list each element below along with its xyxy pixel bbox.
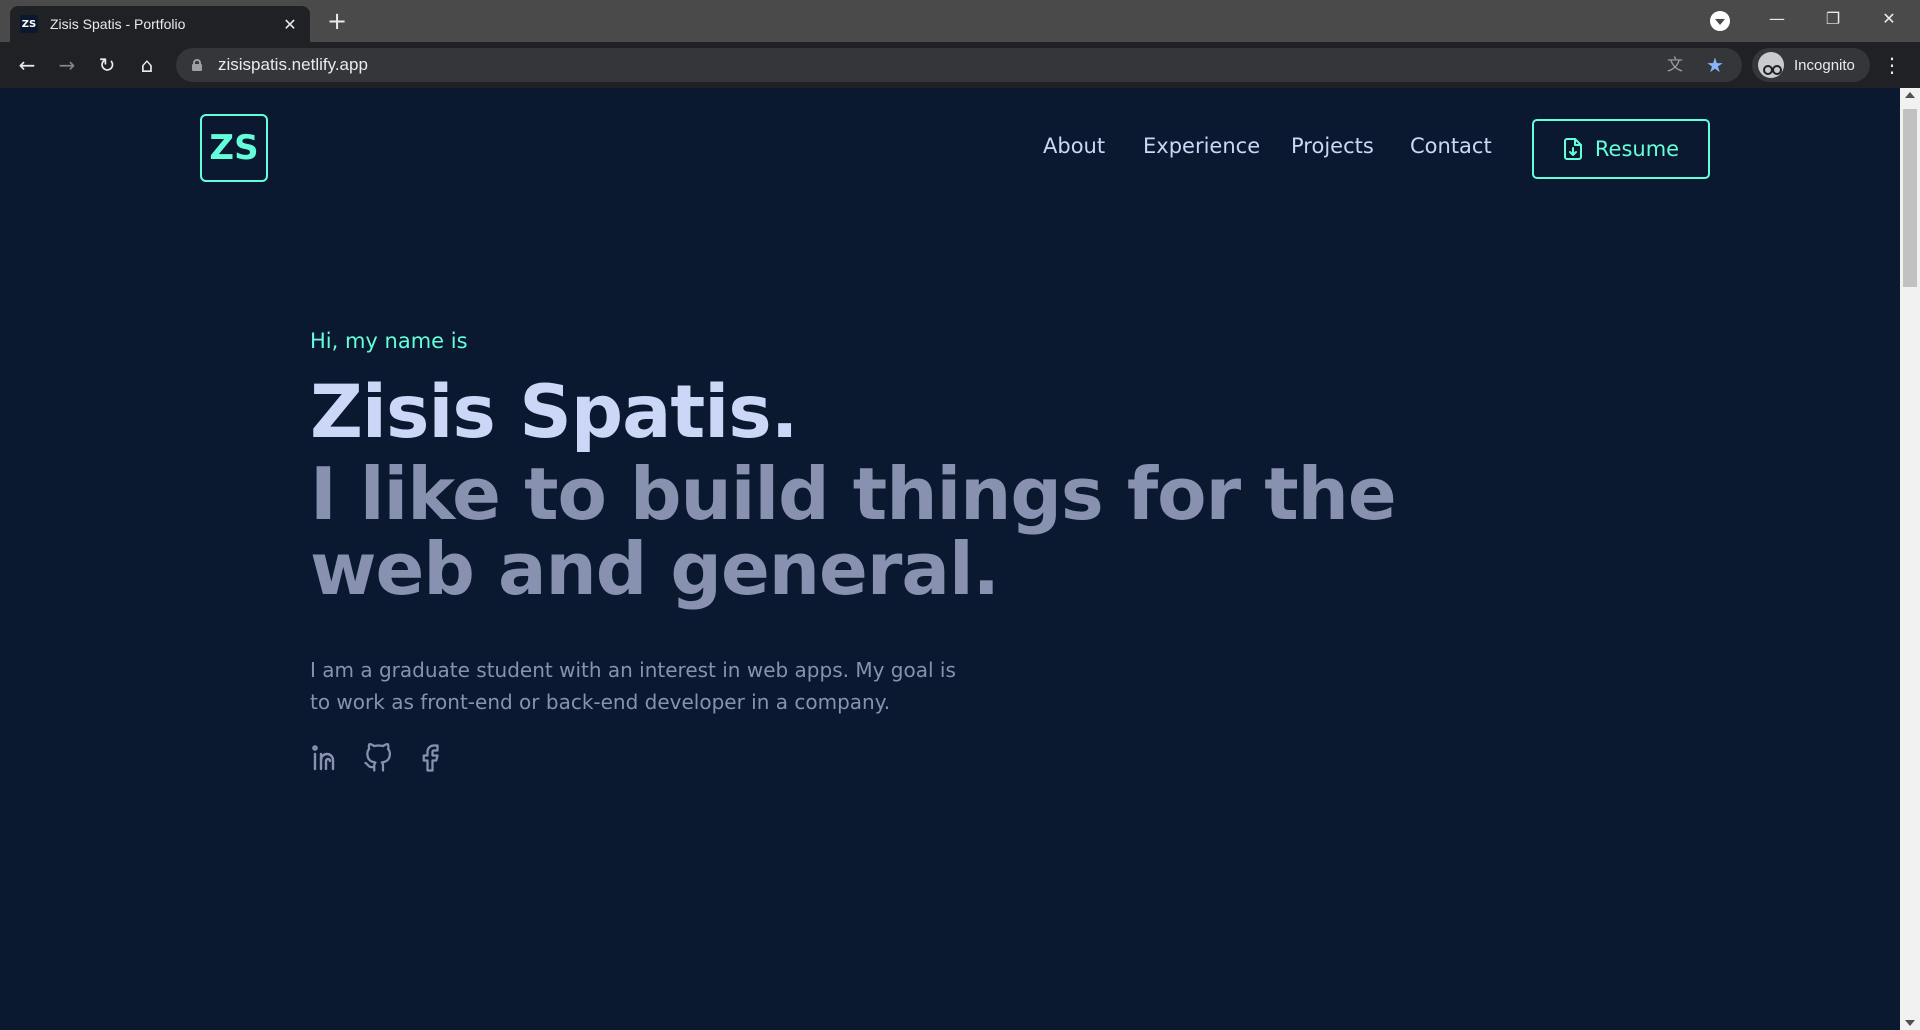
- facebook-icon[interactable]: [414, 742, 446, 774]
- file-download-icon: [1563, 138, 1582, 160]
- social-links: [310, 742, 446, 774]
- resume-label: Resume: [1594, 137, 1680, 161]
- github-icon[interactable]: [362, 742, 394, 774]
- browser-tab[interactable]: ZS Zisis Spatis - Portfolio ✕: [10, 6, 310, 42]
- nav-experience[interactable]: Experience: [1143, 134, 1260, 158]
- bookmark-star-icon[interactable]: ★: [1702, 52, 1728, 78]
- address-bar[interactable]: zisispatis.netlify.app 文 ★: [176, 48, 1742, 82]
- lock-icon[interactable]: [192, 59, 202, 71]
- new-tab-icon[interactable]: +: [322, 8, 352, 34]
- scrollbar-thumb[interactable]: [1903, 109, 1917, 287]
- browser-tab-bar: ZS Zisis Spatis - Portfolio ✕ + — ❐ ✕: [0, 0, 1920, 42]
- profile-label: Incognito: [1794, 56, 1855, 74]
- forward-icon[interactable]: →: [52, 50, 82, 80]
- incognito-profile-button[interactable]: Incognito: [1752, 48, 1870, 82]
- tab-favicon-icon: ZS: [20, 15, 38, 33]
- back-icon[interactable]: ←: [12, 50, 42, 80]
- browser-toolbar: ← → ↻ ⌂ zisispatis.netlify.app 文 ★ Incog…: [0, 42, 1920, 88]
- scroll-down-arrow-icon[interactable]: [1905, 1020, 1915, 1026]
- tab-title: Zisis Spatis - Portfolio: [50, 16, 186, 32]
- nav-contact[interactable]: Contact: [1410, 134, 1492, 158]
- page-viewport: ZS About Experience Projects Contact Res…: [0, 88, 1900, 1030]
- incognito-icon: [1758, 52, 1784, 78]
- nav-projects[interactable]: Projects: [1291, 134, 1374, 158]
- linkedin-icon[interactable]: [310, 742, 342, 774]
- translate-icon[interactable]: 文: [1662, 52, 1688, 78]
- resume-button[interactable]: Resume: [1532, 119, 1710, 179]
- hero-name: Zisis Spatis.: [310, 370, 798, 455]
- minimize-icon[interactable]: —: [1754, 4, 1800, 34]
- hero-bio: I am a graduate student with an interest…: [310, 658, 956, 714]
- scroll-up-arrow-icon[interactable]: [1905, 92, 1915, 98]
- home-icon[interactable]: ⌂: [132, 50, 162, 80]
- window-close-icon[interactable]: ✕: [1866, 4, 1912, 34]
- browser-menu-icon[interactable]: ⋮: [1882, 52, 1902, 78]
- hero-tagline: I like to build things for the web and g…: [310, 452, 1397, 611]
- greeting: Hi, my name is: [310, 329, 468, 353]
- site-logo[interactable]: ZS: [200, 114, 268, 182]
- tab-search-icon[interactable]: [1710, 11, 1730, 31]
- nav-about[interactable]: About: [1043, 134, 1105, 158]
- url-text[interactable]: zisispatis.netlify.app: [218, 55, 1662, 75]
- restore-icon[interactable]: ❐: [1810, 4, 1856, 34]
- tab-close-icon[interactable]: ✕: [280, 15, 300, 34]
- reload-icon[interactable]: ↻: [92, 50, 122, 80]
- page-scrollbar[interactable]: [1900, 88, 1920, 1030]
